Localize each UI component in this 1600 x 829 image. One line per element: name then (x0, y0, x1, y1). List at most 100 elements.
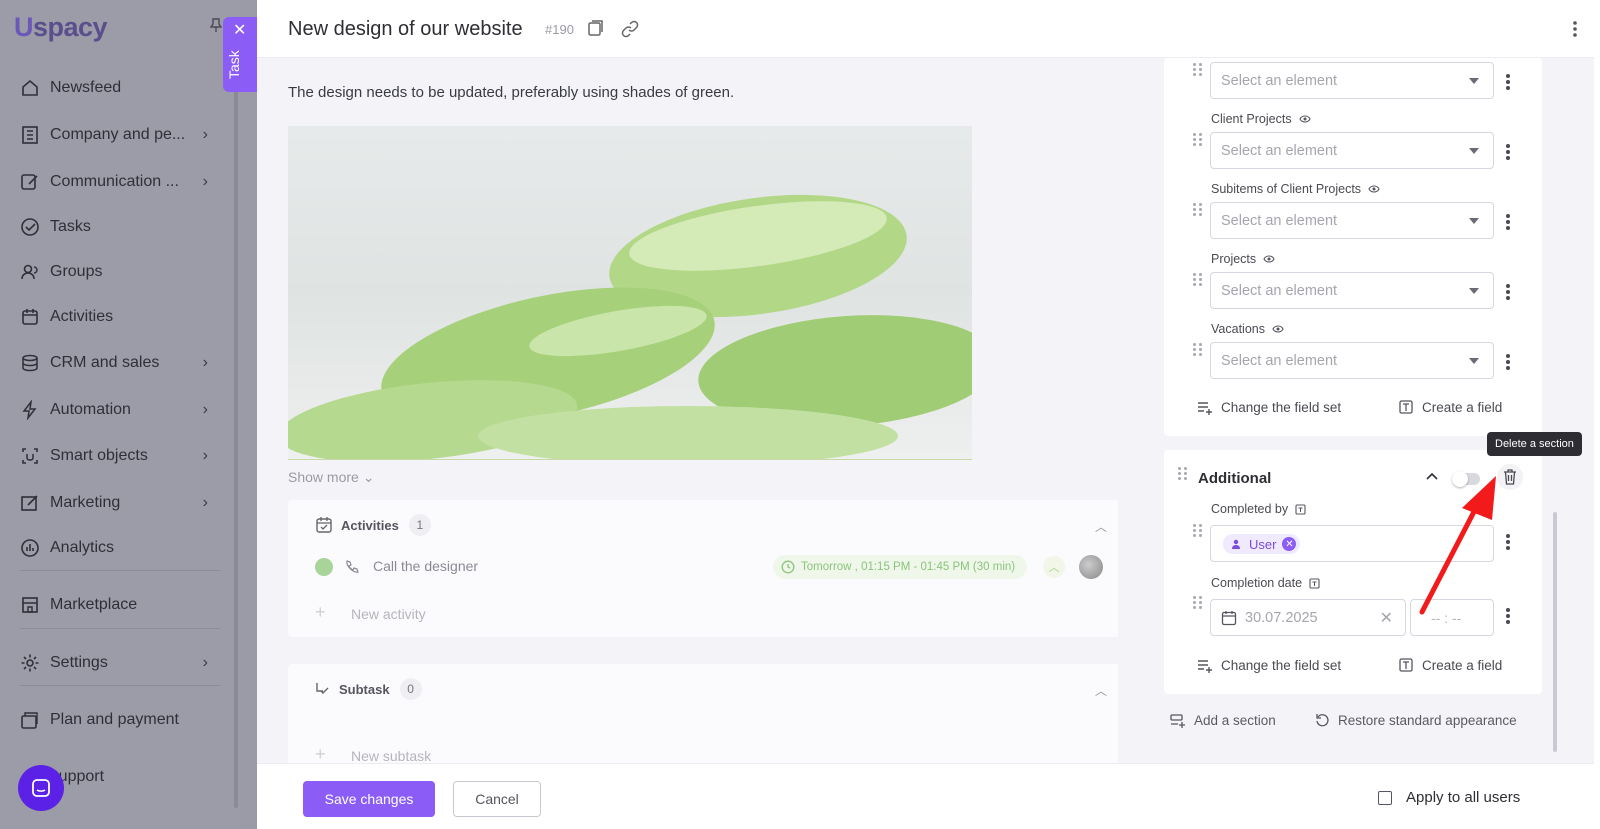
user-icon (1232, 539, 1240, 549)
tooltip: Delete a section (1487, 432, 1582, 456)
activity-title[interactable]: Call the designer (373, 558, 478, 574)
apply-to-all-checkbox[interactable]: Apply to all users (1378, 789, 1520, 806)
avatar[interactable] (1079, 555, 1103, 579)
restore-appearance-button[interactable]: Restore standard appearance (1315, 713, 1517, 728)
new-activity-input[interactable]: + New activity (315, 598, 1110, 628)
task-description[interactable]: The design needs to be updated, preferab… (288, 84, 734, 101)
crm-icon (20, 353, 40, 373)
select-field[interactable]: Select an element (1210, 342, 1494, 379)
select-field[interactable]: Select an element (1210, 62, 1494, 99)
drag-handle-icon[interactable] (1193, 203, 1203, 217)
copy-icon[interactable] (587, 19, 605, 37)
drag-handle-icon[interactable] (1193, 133, 1203, 147)
eye-icon[interactable] (1368, 184, 1380, 194)
drag-handle-icon[interactable] (1193, 63, 1203, 77)
change-field-set-button[interactable]: Change the field set (1197, 400, 1341, 415)
add-section-button[interactable]: Add a section (1170, 713, 1276, 728)
sidebar: Uspacy Newsfeed Company and pe... › Comm… (0, 0, 240, 829)
activity-status-icon[interactable] (315, 558, 333, 576)
remove-icon[interactable]: ✕ (1282, 537, 1297, 551)
panel-scrollbar[interactable] (1553, 512, 1557, 752)
sidebar-item-analytics[interactable]: Analytics (20, 533, 220, 563)
select-field[interactable]: Select an element (1210, 132, 1494, 169)
logo[interactable]: Uspacy (14, 12, 108, 43)
field-label: Completion date (1211, 576, 1320, 590)
more-vertical-icon[interactable] (1572, 20, 1578, 38)
sidebar-item-settings[interactable]: Settings › (20, 648, 220, 678)
cancel-button[interactable]: Cancel (453, 781, 541, 817)
count-badge: 1 (408, 514, 431, 536)
more-vertical-icon[interactable] (1506, 214, 1510, 232)
attached-image[interactable] (288, 126, 972, 460)
chat-button[interactable] (18, 765, 64, 811)
save-button[interactable]: Save changes (303, 781, 435, 817)
new-subtask-input[interactable]: + New subtask (315, 740, 1110, 763)
sidebar-item-label: Plan and payment (50, 711, 179, 728)
sidebar-item-plan[interactable]: Plan and payment (20, 705, 220, 735)
more-vertical-icon[interactable] (1506, 284, 1510, 302)
caret-down-icon (1469, 78, 1479, 84)
sidebar-item-label: CRM and sales (50, 354, 160, 371)
create-field-button[interactable]: Create a field (1399, 400, 1502, 415)
groups-icon (20, 262, 40, 282)
chevron-right-icon: › (202, 447, 208, 464)
new-subtask-placeholder: New subtask (351, 748, 432, 763)
user-chip[interactable]: User ✕ (1223, 534, 1301, 554)
eye-icon[interactable] (1272, 324, 1284, 334)
activity-time-badge[interactable]: Tomorrow , 01:15 PM - 01:45 PM (30 min) (773, 555, 1028, 579)
select-field[interactable]: Select an element (1210, 202, 1494, 239)
field-type-icon (1295, 503, 1306, 515)
sidebar-item-communication[interactable]: Communication ... › (20, 167, 220, 197)
date-value: 30.07.2025 (1245, 610, 1318, 626)
drag-handle-icon[interactable] (1193, 596, 1203, 610)
caret-down-icon (1469, 218, 1479, 224)
section-title[interactable]: Additional (1198, 470, 1271, 487)
chevron-up-icon[interactable]: ︿ (1095, 518, 1107, 535)
sidebar-item-activities[interactable]: Activities (20, 302, 220, 332)
field-type-icon (1309, 577, 1320, 589)
sidebar-item-newsfeed[interactable]: Newsfeed (20, 73, 220, 103)
sidebar-item-crm[interactable]: CRM and sales › (20, 348, 220, 378)
show-more-link[interactable]: Show more ⌄ (288, 469, 374, 486)
sidebar-item-marketplace[interactable]: Marketplace (20, 590, 220, 620)
eye-icon[interactable] (1263, 254, 1275, 264)
more-vertical-icon[interactable] (1506, 144, 1510, 162)
task-body: The design needs to be updated, preferab… (288, 58, 1118, 763)
sidebar-item-smart-objects[interactable]: Smart objects › (20, 441, 220, 471)
checkbox[interactable] (1378, 790, 1392, 805)
drag-handle-icon[interactable] (1193, 524, 1203, 538)
sidebar-item-marketing[interactable]: Marketing › (20, 488, 220, 518)
task-tab[interactable]: ✕ Task (223, 17, 257, 92)
sidebar-item-company[interactable]: Company and pe... › (20, 120, 220, 150)
link-icon[interactable] (621, 20, 639, 38)
sidebar-item-tasks[interactable]: Tasks (20, 212, 220, 242)
select-field[interactable]: Select an element (1210, 272, 1494, 309)
drag-handle-icon[interactable] (1193, 273, 1203, 287)
more-vertical-icon[interactable] (1506, 534, 1510, 552)
chevron-up-icon[interactable]: ︿ (1095, 682, 1107, 699)
drag-handle-icon[interactable] (1178, 467, 1188, 481)
sidebar-item-support[interactable]: Support (48, 762, 248, 792)
sidebar-item-label: Activities (50, 308, 114, 325)
more-vertical-icon[interactable] (1506, 354, 1510, 372)
close-icon[interactable]: ✕ (233, 23, 246, 39)
sidebar-item-automation[interactable]: Automation › (20, 395, 220, 425)
drag-handle-icon[interactable] (1193, 343, 1203, 357)
change-field-set-button[interactable]: Change the field set (1197, 658, 1341, 673)
sidebar-scrollbar[interactable] (234, 88, 238, 808)
clear-icon[interactable]: ✕ (1380, 608, 1393, 628)
activity-item[interactable]: Call the designer Tomorrow , 01:15 PM - … (315, 552, 1110, 582)
trash-icon (1504, 469, 1516, 485)
more-vertical-icon[interactable] (1506, 74, 1510, 92)
task-tab-label: Task (226, 50, 242, 79)
completion-date-input[interactable]: 30.07.2025 ✕ (1210, 599, 1406, 636)
create-field-button[interactable]: Create a field (1399, 658, 1502, 673)
more-vertical-icon[interactable] (1506, 608, 1510, 626)
eye-icon[interactable] (1298, 114, 1311, 124)
fields-panel: Select an element Client Projects Select… (1164, 58, 1548, 763)
pin-icon[interactable] (210, 18, 222, 32)
delete-section-button[interactable] (1497, 464, 1523, 490)
priority-up-icon[interactable]: ︿ (1043, 556, 1065, 578)
sidebar-item-groups[interactable]: Groups (20, 257, 220, 287)
page-title[interactable]: New design of our website (288, 18, 523, 41)
